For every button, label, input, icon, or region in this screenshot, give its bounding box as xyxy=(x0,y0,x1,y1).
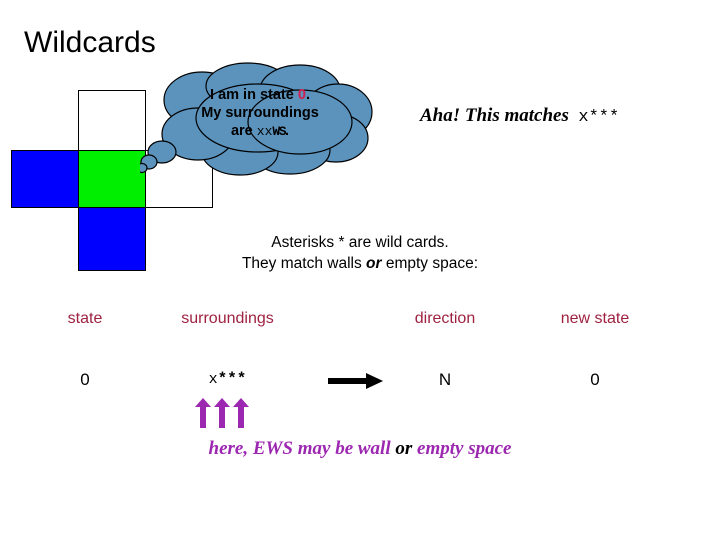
slide-canvas: Wildcards I am in state 0. My surroundin… xyxy=(0,0,720,540)
cell-surroundings: x*** xyxy=(140,370,315,388)
asterisk-note-line-1-before: Asterisks xyxy=(271,234,339,251)
table-header-row: state surroundings direction new state xyxy=(0,310,720,344)
thought-bubble-tail xyxy=(140,140,177,174)
asterisk-note-line-1: Asterisks * are wild cards. xyxy=(0,232,720,253)
page-title: Wildcards xyxy=(24,26,156,59)
header-new-state: new state xyxy=(560,310,630,327)
asterisk-note-line-2-before: They match walls xyxy=(241,255,367,272)
up-arrow-icon-group xyxy=(195,398,249,428)
maze-cell-west xyxy=(11,150,79,208)
right-arrow-icon xyxy=(328,373,383,389)
cell-new-state: 0 xyxy=(590,370,600,389)
wildcard-caption-or: or xyxy=(395,438,413,459)
thought-bubble: I am in state 0. My surroundings are xxW… xyxy=(140,62,380,178)
wildcard-caption: here, EWS may be wall or empty space xyxy=(0,438,720,460)
maze-cell-center-robot xyxy=(78,150,146,208)
cell-state: 0 xyxy=(80,370,90,389)
asterisk-note-line-1-after: are wild cards. xyxy=(344,234,449,251)
asterisk-note-or-emphasis: or xyxy=(366,255,382,272)
cell-surroundings-literal: x xyxy=(208,371,218,388)
wildcard-caption-before: here, EWS may be wall xyxy=(208,438,396,459)
aha-pattern: x*** xyxy=(578,108,620,127)
cell-direction: N xyxy=(438,370,452,389)
header-state: state xyxy=(67,310,103,327)
asterisk-note-line-2-after: empty space: xyxy=(381,255,479,272)
asterisk-explanation: Asterisks * are wild cards. They match w… xyxy=(0,232,720,274)
cell-surroundings-wildcards: *** xyxy=(217,370,247,388)
maze-cell-north xyxy=(78,90,146,151)
aha-match-line: Aha! This matches x*** xyxy=(420,105,619,127)
aha-text: Aha! This matches xyxy=(420,105,569,126)
header-surroundings: surroundings xyxy=(181,310,274,327)
thought-bubble-shape xyxy=(140,62,373,176)
wildcard-caption-after: empty space xyxy=(412,438,512,459)
asterisk-note-line-2: They match walls or empty space: xyxy=(0,253,720,274)
header-direction: direction xyxy=(414,310,476,327)
